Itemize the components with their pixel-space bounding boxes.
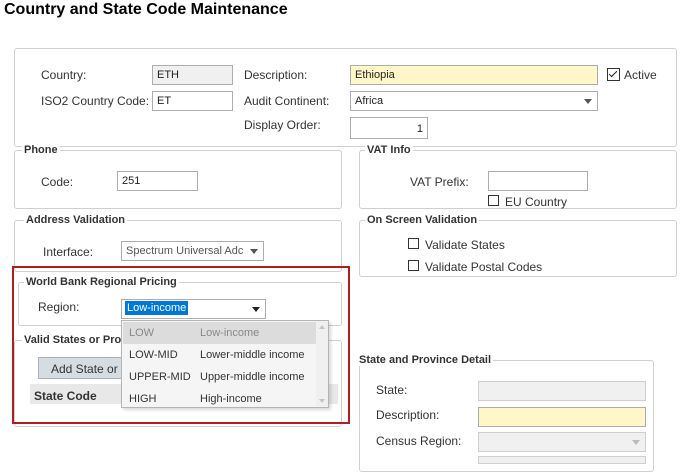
display-order-field[interactable]: 1	[350, 117, 428, 139]
interface-label: Interface:	[43, 245, 94, 259]
option-label: High-income	[200, 393, 262, 405]
validate-states-label: Validate States	[425, 238, 505, 252]
interface-value: Spectrum Universal Adc	[126, 245, 244, 257]
option-code: LOW-MID	[129, 349, 178, 361]
option-label: Low-income	[200, 327, 260, 339]
dropdown-option-low-mid[interactable]: LOW-MID Lower-middle income	[123, 344, 316, 366]
dropdown-option-low[interactable]: LOW Low-income	[123, 322, 316, 344]
state-label: State:	[376, 383, 408, 397]
audit-continent-select[interactable]: Africa	[350, 91, 598, 111]
interface-select[interactable]: Spectrum Universal Adc	[121, 241, 264, 261]
display-order-label: Display Order:	[244, 118, 321, 132]
description-label: Description:	[244, 68, 308, 82]
validate-postal-label: Validate Postal Codes	[425, 260, 543, 274]
option-code: LOW	[129, 327, 155, 339]
chevron-down-icon	[632, 440, 640, 445]
vat-prefix-field[interactable]	[488, 171, 588, 191]
active-checkbox[interactable]	[607, 68, 620, 81]
page-title: Country and State Code Maintenance	[4, 1, 288, 18]
phone-code-field[interactable]: 251	[117, 171, 198, 191]
vat-legend: VAT Info	[365, 144, 413, 156]
option-label: Upper-middle income	[200, 371, 305, 383]
iso2-label: ISO2 Country Code:	[41, 94, 150, 108]
phone-legend: Phone	[22, 144, 60, 156]
state-description-field[interactable]	[478, 407, 646, 427]
validate-states-checkbox[interactable]	[408, 238, 419, 249]
option-label: Lower-middle income	[200, 349, 305, 361]
census-region-label: Census Region:	[376, 434, 462, 448]
eu-country-checkbox[interactable]	[488, 195, 499, 206]
chevron-down-icon	[250, 249, 258, 254]
state-detail-legend: State and Province Detail	[357, 354, 494, 366]
dropdown-option-high[interactable]: HIGH High-income	[123, 388, 316, 410]
country-label: Country:	[41, 68, 87, 82]
chevron-down-icon	[584, 99, 592, 104]
dropdown-scrollbar[interactable]	[316, 321, 328, 407]
on-screen-validation-legend: On Screen Validation	[365, 214, 480, 226]
option-code: HIGH	[129, 393, 157, 405]
country-field[interactable]: ETH	[152, 65, 233, 85]
eu-country-label: EU Country	[505, 195, 568, 209]
description-field[interactable]: Ethiopia	[350, 65, 598, 85]
dropdown-option-upper-mid[interactable]: UPPER-MID Upper-middle income	[123, 366, 316, 388]
scroll-up-icon[interactable]	[319, 325, 325, 329]
address-validation-legend: Address Validation	[24, 214, 128, 226]
phone-code-label: Code:	[41, 175, 74, 189]
iso2-field[interactable]: ET	[152, 91, 233, 111]
region-dropdown-list[interactable]: LOW Low-income LOW-MID Lower-middle inco…	[121, 320, 329, 408]
census-region-select[interactable]	[478, 432, 646, 452]
state-description-label: Description:	[376, 408, 440, 422]
audit-continent-label: Audit Continent:	[244, 94, 330, 108]
state-field[interactable]	[478, 381, 646, 401]
scroll-down-icon[interactable]	[319, 399, 325, 403]
active-label: Active	[624, 68, 657, 82]
option-code: UPPER-MID	[129, 371, 191, 383]
audit-continent-value: Africa	[355, 95, 384, 107]
validate-postal-checkbox[interactable]	[408, 260, 419, 271]
vat-prefix-label: VAT Prefix:	[410, 175, 469, 189]
extra-field[interactable]	[478, 456, 646, 464]
